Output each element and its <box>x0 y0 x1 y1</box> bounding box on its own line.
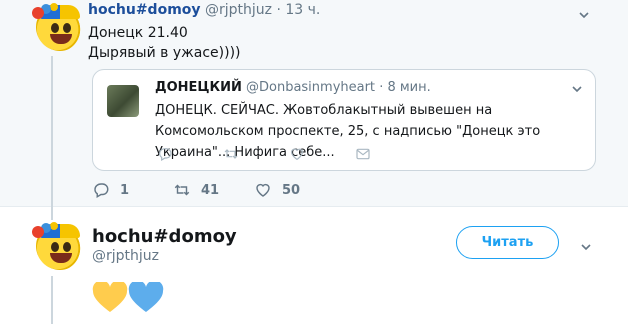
flower-graphic <box>32 7 44 19</box>
chevron-down-icon[interactable] <box>578 6 590 19</box>
quoted-author-handle[interactable]: @Donbasinmyheart <box>246 80 375 95</box>
flower-graphic <box>32 226 44 238</box>
quoted-tweet[interactable]: ДОНЕЦКИЙ @Donbasinmyheart · 8 мин. ДОНЕЦ… <box>92 69 596 171</box>
reply-button[interactable]: 1 <box>92 180 129 200</box>
avatar[interactable] <box>32 3 84 51</box>
tweet-text-line: Дырявый в ужасе)))) <box>88 45 241 61</box>
chevron-down-icon[interactable] <box>580 238 592 251</box>
hat-graphic <box>40 5 80 19</box>
like-count: 50 <box>282 182 301 198</box>
avatar-eye <box>51 242 59 252</box>
tweet-emoji <box>92 280 166 314</box>
avatar-mouth <box>50 253 72 263</box>
message-icon[interactable] <box>355 146 371 162</box>
avatar-eye <box>63 242 71 252</box>
like-button[interactable]: 50 <box>254 180 300 200</box>
reply-icon[interactable] <box>157 146 173 162</box>
thread-line <box>51 276 53 324</box>
avatar-mouth <box>50 34 72 44</box>
heart-icon <box>256 183 270 197</box>
avatar-eye <box>51 23 59 33</box>
quoted-avatar[interactable] <box>107 85 139 117</box>
timestamp[interactable]: · 13 ч. <box>276 2 320 18</box>
retweet-icon <box>174 184 190 196</box>
blue-heart-icon <box>128 280 164 312</box>
thread-line <box>51 208 53 220</box>
author-name[interactable]: hochu#domoy <box>92 226 237 247</box>
avatar-eye <box>63 23 71 33</box>
quoted-timestamp[interactable]: · 8 мин. <box>379 80 431 95</box>
tweet-text-line: Донецк 21.40 <box>88 25 188 41</box>
tweet-actions: 1 41 50 <box>0 180 628 200</box>
tweet-previous[interactable]: hochu#domoy @rjpthjuz · 13 ч. Донецк 21.… <box>0 0 628 208</box>
tweet-header: hochu#domoy @rjpthjuz · 13 ч. <box>88 2 320 18</box>
retweet-count: 41 <box>201 182 220 198</box>
tweet-focused: hochu#domoy @rjpthjuz Читать <box>0 208 628 324</box>
quoted-actions <box>93 146 595 162</box>
author-name[interactable]: hochu#domoy <box>88 2 201 18</box>
quoted-header: ДОНЕЦКИЙ @Donbasinmyheart · 8 мин. <box>155 80 431 95</box>
retweet-button[interactable]: 41 <box>173 180 219 200</box>
tweet-text: Донецк 21.40 Дырявый в ужасе)))) <box>88 23 241 63</box>
avatar[interactable] <box>32 222 84 270</box>
quoted-author-name[interactable]: ДОНЕЦКИЙ <box>155 80 242 95</box>
heart-icon[interactable] <box>289 146 305 162</box>
reply-icon <box>94 183 109 199</box>
author-handle[interactable]: @rjpthjuz <box>205 2 272 18</box>
author-handle[interactable]: @rjpthjuz <box>92 248 159 264</box>
hat-graphic <box>40 224 80 238</box>
chevron-down-icon[interactable] <box>571 80 583 93</box>
reply-count: 1 <box>120 182 130 198</box>
follow-button[interactable]: Читать <box>456 226 559 259</box>
yellow-heart-icon <box>92 280 128 312</box>
retweet-icon[interactable] <box>223 146 239 162</box>
